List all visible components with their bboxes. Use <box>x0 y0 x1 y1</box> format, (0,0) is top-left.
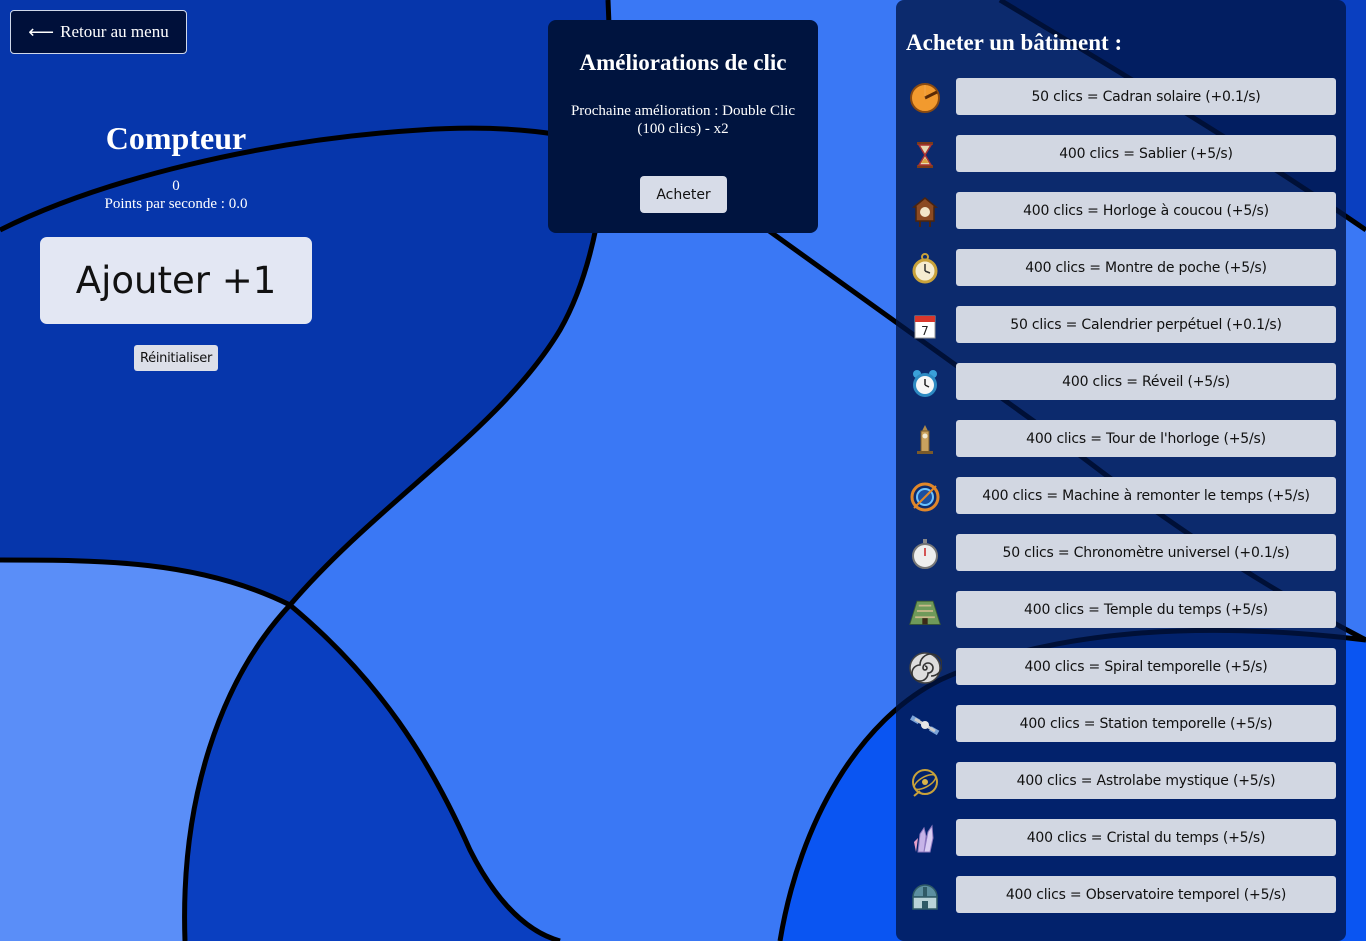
buy-building-button[interactable]: 400 clics = Machine à remonter le temps … <box>956 477 1336 514</box>
shop-item: 50 clics = Chronomètre universel (+0.1/s… <box>896 534 1346 572</box>
reset-button[interactable]: Réinitialiser <box>134 345 218 371</box>
pocket-watch-icon <box>908 252 942 286</box>
space-station-icon <box>908 708 942 742</box>
hourglass-icon <box>908 138 942 172</box>
buy-building-button[interactable]: 50 clics = Chronomètre universel (+0.1/s… <box>956 534 1336 571</box>
spiral-icon <box>908 651 942 685</box>
crystal-icon <box>908 822 942 856</box>
buy-upgrade-button[interactable]: Acheter <box>640 176 727 213</box>
counter-title: Compteur <box>105 120 247 156</box>
shop-item: 400 clics = Astrolabe mystique (+5/s) <box>896 762 1346 800</box>
shop-item: 400 clics = Cristal du temps (+5/s) <box>896 819 1346 857</box>
temple-icon <box>908 594 942 628</box>
calendar-icon: 7 <box>908 309 942 343</box>
back-to-menu-button[interactable]: ⟵ Retour au menu <box>10 10 187 54</box>
shop-item: 400 clics = Machine à remonter le temps … <box>896 477 1346 515</box>
shop-item: 400 clics = Tour de l'horloge (+5/s) <box>896 420 1346 458</box>
buy-building-button[interactable]: 400 clics = Tour de l'horloge (+5/s) <box>956 420 1336 457</box>
buy-building-button[interactable]: 400 clics = Cristal du temps (+5/s) <box>956 819 1336 856</box>
svg-text:7: 7 <box>921 324 929 338</box>
points-per-second: Points par seconde : 0.0 <box>104 196 248 212</box>
buy-building-button[interactable]: 400 clics = Sablier (+5/s) <box>956 135 1336 172</box>
upgrades-title: Améliorations de clic <box>579 50 787 75</box>
buy-building-button[interactable]: 400 clics = Temple du temps (+5/s) <box>956 591 1336 628</box>
arrow-left-icon: ⟵ <box>28 22 55 42</box>
shop-item: 7 50 clics = Calendrier perpétuel (+0.1/… <box>896 306 1346 344</box>
shop-item: 400 clics = Station temporelle (+5/s) <box>896 705 1346 743</box>
shop-item: 400 clics = Temple du temps (+5/s) <box>896 591 1346 629</box>
buy-building-button[interactable]: 400 clics = Spiral temporelle (+5/s) <box>956 648 1336 685</box>
shop-item: 400 clics = Observatoire temporel (+5/s) <box>896 876 1346 914</box>
back-button-label: Retour au menu <box>60 22 169 41</box>
buy-building-button[interactable]: 400 clics = Station temporelle (+5/s) <box>956 705 1336 742</box>
buy-building-button[interactable]: 400 clics = Montre de poche (+5/s) <box>956 249 1336 286</box>
astrolabe-icon <box>908 765 942 799</box>
buy-building-button[interactable]: 400 clics = Observatoire temporel (+5/s) <box>956 876 1336 913</box>
shop-item: 400 clics = Horloge à coucou (+5/s) <box>896 192 1346 230</box>
observatory-icon <box>908 879 942 913</box>
add-one-button[interactable]: Ajouter +1 <box>40 237 312 324</box>
shop-item: 400 clics = Montre de poche (+5/s) <box>896 249 1346 287</box>
stopwatch-icon <box>908 537 942 571</box>
buy-building-button[interactable]: 50 clics = Cadran solaire (+0.1/s) <box>956 78 1336 115</box>
buy-building-button[interactable]: 400 clics = Astrolabe mystique (+5/s) <box>956 762 1336 799</box>
shop-item: 400 clics = Sablier (+5/s) <box>896 135 1346 173</box>
clock-tower-icon <box>908 423 942 457</box>
next-upgrade-text: Prochaine amélioration : Double Clic (10… <box>570 103 796 137</box>
alarm-clock-icon <box>908 366 942 400</box>
shop-item: 50 clics = Cadran solaire (+0.1/s) <box>896 78 1346 116</box>
buy-building-button[interactable]: 50 clics = Calendrier perpétuel (+0.1/s) <box>956 306 1336 343</box>
buy-building-button[interactable]: 400 clics = Horloge à coucou (+5/s) <box>956 192 1336 229</box>
time-machine-icon <box>908 480 942 514</box>
counter-panel: Compteur 0 Points par seconde : 0.0 <box>40 120 312 213</box>
cuckoo-clock-icon <box>908 195 942 229</box>
shop-item: 400 clics = Réveil (+5/s) <box>896 363 1346 401</box>
shop-item: 400 clics = Spiral temporelle (+5/s) <box>896 648 1346 686</box>
sundial-icon <box>908 81 942 115</box>
buy-building-button[interactable]: 400 clics = Réveil (+5/s) <box>956 363 1336 400</box>
shop-title: Acheter un bâtiment : <box>906 30 1123 55</box>
building-shop-panel: Acheter un bâtiment : 50 clics = Cadran … <box>896 0 1346 941</box>
click-upgrades-panel: Améliorations de clic Prochaine améliora… <box>548 20 818 233</box>
counter-value: 0 <box>172 178 180 194</box>
